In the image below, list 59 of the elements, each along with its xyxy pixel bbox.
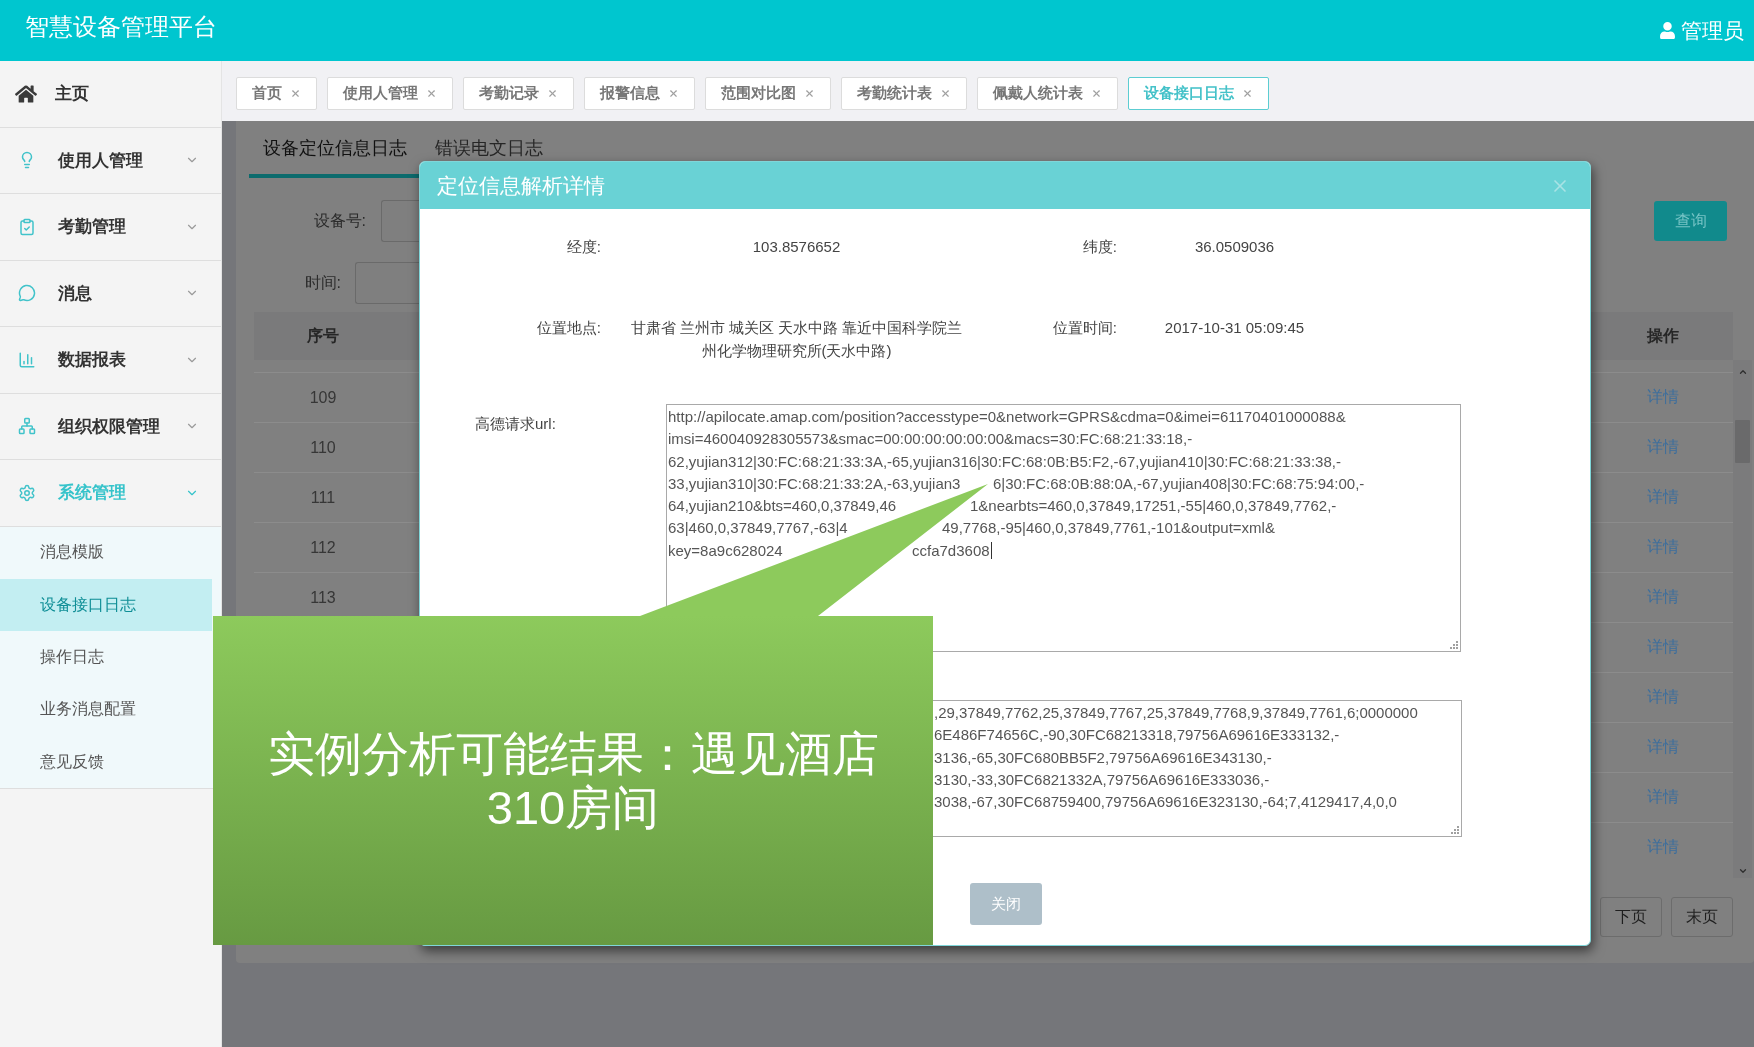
- submenu-item[interactable]: 设备接口日志: [0, 578, 212, 632]
- close-icon[interactable]: [940, 88, 951, 99]
- field-label: 高德请求url:: [475, 415, 556, 432]
- field-label: 位置地点:: [536, 319, 601, 336]
- field-label: 纬度:: [1082, 238, 1117, 255]
- field-label: 经度:: [566, 238, 601, 255]
- submenu-item[interactable]: 操作日志: [0, 631, 212, 684]
- table-cell: 110: [310, 438, 336, 457]
- response-field[interactable]: ,29,37849,7762,25,37849,7767,25,37849,7768,9,37849,7761,6;0000000 6E486F74656C,-90,30FC68213318,79756A69616E333132,- 3136,-65,30FC680BB5F2,79756A69616E343130,- 3130,-33,30FC6821332A,79756A69616E333036,- 3038,-67,30FC68759400,79756A69616E323130,-64;7,4129417,4,0,0: [932, 700, 1462, 837]
- callout-text: 实例分析可能结果：遇见酒店310房间: [266, 726, 880, 835]
- input-field[interactable]: [381, 200, 419, 242]
- filter-label: 时间:: [304, 273, 341, 291]
- close-icon[interactable]: [290, 88, 301, 99]
- bar-chart-icon: [18, 350, 36, 369]
- page-button[interactable]: 下页: [1600, 897, 1662, 937]
- page-button[interactable]: 末页: [1671, 897, 1733, 937]
- field-label: 位置时间:: [1052, 319, 1117, 336]
- close-icon[interactable]: [668, 88, 679, 99]
- close-icon[interactable]: [426, 88, 437, 99]
- column-header: 序号: [307, 325, 339, 346]
- user-icon: [1659, 22, 1676, 39]
- close-icon[interactable]: [1091, 88, 1102, 99]
- table-cell: 113: [310, 588, 336, 607]
- field-value: 36.0509036: [1194, 237, 1275, 257]
- tab[interactable]: 报警信息: [584, 77, 695, 110]
- tab[interactable]: 佩戴人统计表: [977, 77, 1118, 110]
- chevron-up-icon[interactable]: [1737, 367, 1748, 377]
- clipboard-check-icon: [18, 217, 36, 236]
- resize-grip-icon[interactable]: [1451, 826, 1459, 834]
- filter-label: 设备号:: [313, 211, 366, 229]
- submenu-item[interactable]: 意见反馈: [0, 736, 212, 789]
- submenu-item[interactable]: 业务消息配置: [0, 683, 212, 737]
- chevron-down-icon[interactable]: [1737, 866, 1748, 876]
- settings-icon: [18, 483, 36, 502]
- dialog-title: 定位信息解析详情: [437, 172, 605, 199]
- tab[interactable]: 考勤记录: [463, 77, 574, 110]
- sitemap-icon: [18, 417, 36, 436]
- table-cell: 109: [309, 388, 337, 407]
- tab[interactable]: 首页: [236, 77, 317, 110]
- field-value: 甘肃省 兰州市 城关区 天水中路 靠近中国科学院兰州化学物理研究所(天水中路): [629, 318, 964, 361]
- column-header: 操作: [1647, 325, 1679, 346]
- input-field[interactable]: [355, 262, 419, 304]
- text-cursor-icon: [990, 542, 992, 560]
- close-icon[interactable]: [804, 88, 815, 99]
- table-cell: 111: [310, 488, 336, 507]
- tab[interactable]: 范围对比图: [705, 77, 831, 110]
- chat-bubble-icon: [18, 284, 36, 303]
- field-value: 2017-10-31 05:09:45: [1164, 318, 1305, 338]
- tab[interactable]: 使用人管理: [327, 77, 453, 110]
- close-icon[interactable]: [547, 88, 558, 99]
- home-icon: [15, 82, 37, 105]
- table-cell: 112: [310, 538, 336, 557]
- resize-grip-icon[interactable]: [1450, 641, 1458, 649]
- submenu-item[interactable]: 消息模版: [0, 526, 212, 579]
- scrollbar[interactable]: [1733, 360, 1752, 878]
- tab[interactable]: 考勤统计表: [841, 77, 967, 110]
- field-value: 103.8576652: [752, 237, 841, 257]
- close-icon[interactable]: [1242, 88, 1253, 99]
- app-title: 智慧设备管理平台: [25, 11, 217, 42]
